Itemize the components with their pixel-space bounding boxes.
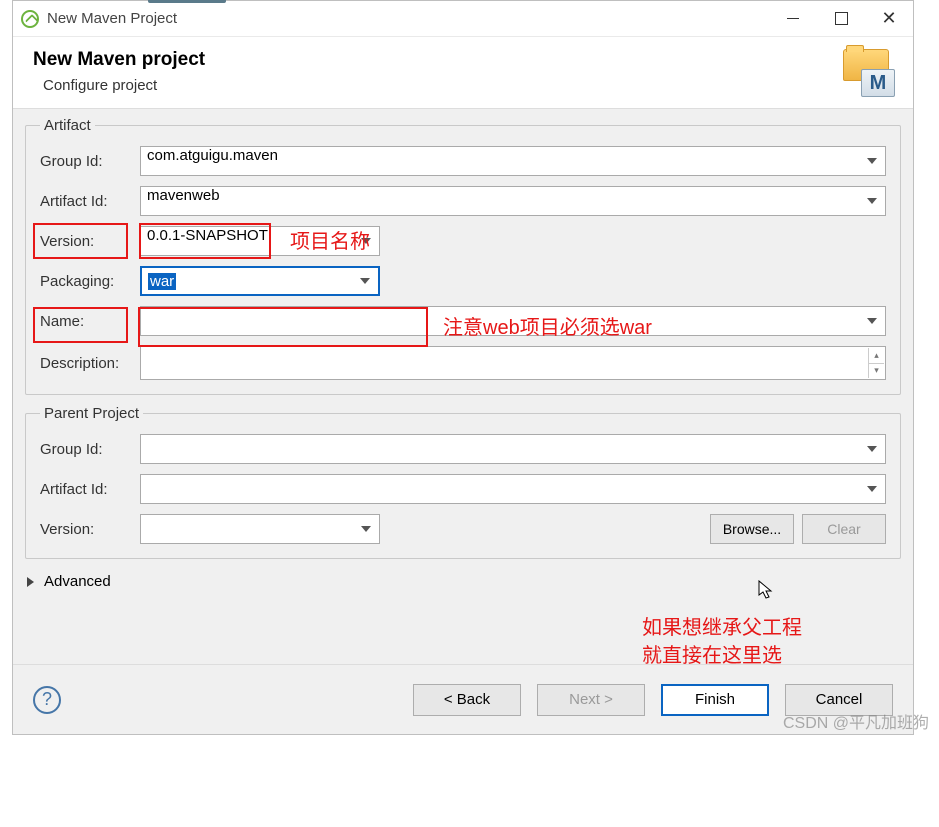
parent-version-label: Version: bbox=[40, 521, 140, 538]
artifact-group: Artifact Group Id: com.atguigu.maven Art… bbox=[25, 117, 901, 395]
wizard-subtitle: Configure project bbox=[33, 77, 205, 94]
wizard-footer: ? < Back Next > Finish Cancel bbox=[13, 664, 913, 734]
wizard-heading: New Maven project bbox=[33, 49, 205, 71]
parent-artifact-id-label: Artifact Id: bbox=[40, 481, 140, 498]
chevron-down-icon bbox=[867, 486, 877, 492]
version-input[interactable]: 0.0.1-SNAPSHOT bbox=[140, 226, 380, 256]
group-id-value: com.atguigu.maven bbox=[147, 147, 278, 164]
wizard-header: New Maven project Configure project M bbox=[13, 37, 913, 109]
back-button[interactable]: < Back bbox=[413, 684, 521, 716]
packaging-input[interactable]: war bbox=[140, 266, 380, 296]
packaging-value: war bbox=[148, 273, 176, 290]
window-controls: ✕ bbox=[769, 1, 913, 37]
chevron-down-icon bbox=[867, 198, 877, 204]
chevron-down-icon bbox=[867, 158, 877, 164]
parent-legend: Parent Project bbox=[40, 405, 143, 422]
packaging-label: Packaging: bbox=[40, 273, 140, 290]
window-title: New Maven Project bbox=[47, 10, 177, 27]
group-id-label: Group Id: bbox=[40, 153, 140, 170]
spring-leaf-icon bbox=[21, 10, 39, 28]
chevron-down-icon bbox=[361, 526, 371, 532]
help-icon[interactable]: ? bbox=[33, 686, 61, 714]
artifact-legend: Artifact bbox=[40, 117, 95, 134]
chevron-down-icon bbox=[360, 278, 370, 284]
wizard-body: Artifact Group Id: com.atguigu.maven Art… bbox=[13, 109, 913, 664]
parent-artifact-id-input[interactable] bbox=[140, 474, 886, 504]
wizard-icon: M bbox=[837, 49, 893, 93]
next-button[interactable]: Next > bbox=[537, 684, 645, 716]
name-input[interactable] bbox=[140, 306, 886, 336]
advanced-label: Advanced bbox=[44, 573, 111, 590]
advanced-toggle[interactable]: Advanced bbox=[25, 569, 901, 594]
version-label: Version: bbox=[40, 233, 140, 250]
chevron-down-icon bbox=[867, 318, 877, 324]
titlebar: New Maven Project ✕ bbox=[13, 1, 913, 37]
decorative-bar bbox=[148, 0, 226, 3]
artifact-id-input[interactable]: mavenweb bbox=[140, 186, 886, 216]
watermark: CSDN @平凡加班狗 bbox=[783, 709, 929, 733]
close-button[interactable]: ✕ bbox=[865, 1, 913, 37]
parent-group-id-label: Group Id: bbox=[40, 441, 140, 458]
chevron-down-icon bbox=[867, 446, 877, 452]
clear-button[interactable]: Clear bbox=[802, 514, 886, 544]
finish-button[interactable]: Finish bbox=[661, 684, 769, 716]
maximize-button[interactable] bbox=[817, 1, 865, 37]
minimize-button[interactable] bbox=[769, 1, 817, 37]
parent-version-input[interactable] bbox=[140, 514, 380, 544]
chevron-down-icon bbox=[361, 238, 371, 244]
spinner-icon[interactable]: ▴▾ bbox=[868, 348, 884, 378]
version-value: 0.0.1-SNAPSHOT bbox=[147, 227, 268, 244]
dialog-window: New Maven Project ✕ New Maven project Co… bbox=[12, 0, 914, 735]
browse-button[interactable]: Browse... bbox=[710, 514, 794, 544]
parent-project-group: Parent Project Group Id: Artifact Id: Ve… bbox=[25, 405, 901, 559]
artifact-id-label: Artifact Id: bbox=[40, 193, 140, 210]
maven-badge-icon: M bbox=[861, 69, 895, 97]
name-label: Name: bbox=[40, 313, 140, 330]
parent-group-id-input[interactable] bbox=[140, 434, 886, 464]
description-input[interactable]: ▴▾ bbox=[140, 346, 886, 380]
expand-triangle-icon bbox=[27, 577, 34, 587]
description-label: Description: bbox=[40, 355, 140, 372]
artifact-id-value: mavenweb bbox=[147, 187, 220, 204]
group-id-input[interactable]: com.atguigu.maven bbox=[140, 146, 886, 176]
